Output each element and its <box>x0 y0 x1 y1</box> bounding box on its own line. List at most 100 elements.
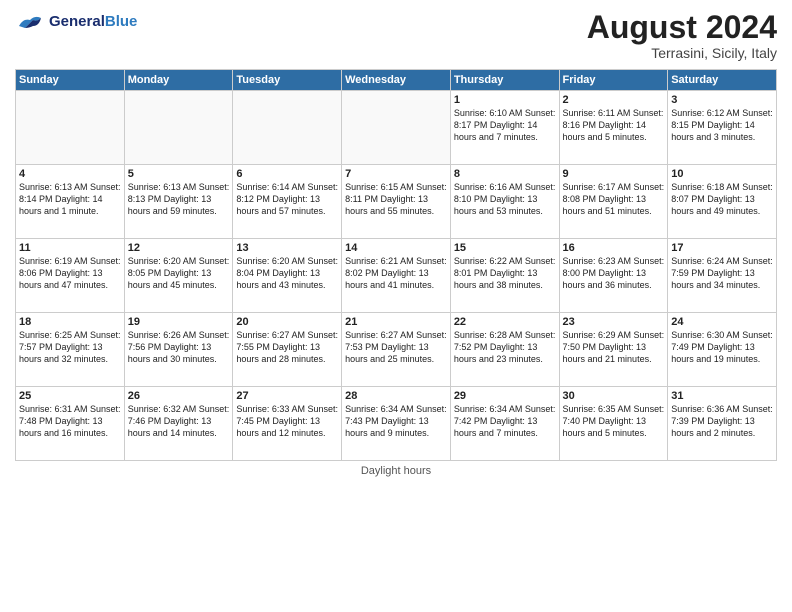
day-number: 8 <box>454 168 556 180</box>
day-info: Sunrise: 6:30 AM Sunset: 7:49 PM Dayligh… <box>671 329 773 365</box>
day-number: 17 <box>671 242 773 254</box>
day-number: 16 <box>563 242 665 254</box>
day-number: 12 <box>128 242 230 254</box>
day-number: 3 <box>671 94 773 106</box>
day-info: Sunrise: 6:14 AM Sunset: 8:12 PM Dayligh… <box>236 181 338 217</box>
calendar-cell: 9Sunrise: 6:17 AM Sunset: 8:08 PM Daylig… <box>559 165 668 239</box>
day-number: 1 <box>454 94 556 106</box>
day-of-week-header: Friday <box>559 70 668 91</box>
calendar-cell: 16Sunrise: 6:23 AM Sunset: 8:00 PM Dayli… <box>559 239 668 313</box>
calendar-cell: 13Sunrise: 6:20 AM Sunset: 8:04 PM Dayli… <box>233 239 342 313</box>
day-info: Sunrise: 6:15 AM Sunset: 8:11 PM Dayligh… <box>345 181 447 217</box>
calendar-cell: 3Sunrise: 6:12 AM Sunset: 8:15 PM Daylig… <box>668 91 777 165</box>
day-info: Sunrise: 6:22 AM Sunset: 8:01 PM Dayligh… <box>454 255 556 291</box>
day-of-week-header: Saturday <box>668 70 777 91</box>
day-number: 13 <box>236 242 338 254</box>
day-number: 26 <box>128 390 230 402</box>
day-number: 2 <box>563 94 665 106</box>
day-info: Sunrise: 6:34 AM Sunset: 7:42 PM Dayligh… <box>454 403 556 439</box>
day-info: Sunrise: 6:28 AM Sunset: 7:52 PM Dayligh… <box>454 329 556 365</box>
calendar-cell: 1Sunrise: 6:10 AM Sunset: 8:17 PM Daylig… <box>450 91 559 165</box>
calendar-cell <box>342 91 451 165</box>
calendar-table: SundayMondayTuesdayWednesdayThursdayFrid… <box>15 69 777 461</box>
calendar-cell: 12Sunrise: 6:20 AM Sunset: 8:05 PM Dayli… <box>124 239 233 313</box>
calendar-week-row: 1Sunrise: 6:10 AM Sunset: 8:17 PM Daylig… <box>16 91 777 165</box>
calendar-week-row: 4Sunrise: 6:13 AM Sunset: 8:14 PM Daylig… <box>16 165 777 239</box>
day-info: Sunrise: 6:21 AM Sunset: 8:02 PM Dayligh… <box>345 255 447 291</box>
day-info: Sunrise: 6:34 AM Sunset: 7:43 PM Dayligh… <box>345 403 447 439</box>
day-info: Sunrise: 6:20 AM Sunset: 8:04 PM Dayligh… <box>236 255 338 291</box>
calendar-cell: 7Sunrise: 6:15 AM Sunset: 8:11 PM Daylig… <box>342 165 451 239</box>
calendar-cell: 2Sunrise: 6:11 AM Sunset: 8:16 PM Daylig… <box>559 91 668 165</box>
day-info: Sunrise: 6:13 AM Sunset: 8:14 PM Dayligh… <box>19 181 121 217</box>
day-info: Sunrise: 6:12 AM Sunset: 8:15 PM Dayligh… <box>671 107 773 143</box>
calendar-cell <box>16 91 125 165</box>
day-number: 11 <box>19 242 121 254</box>
header-row: SundayMondayTuesdayWednesdayThursdayFrid… <box>16 70 777 91</box>
calendar-cell: 10Sunrise: 6:18 AM Sunset: 8:07 PM Dayli… <box>668 165 777 239</box>
calendar-cell: 27Sunrise: 6:33 AM Sunset: 7:45 PM Dayli… <box>233 387 342 461</box>
title-area: August 2024 Terrasini, Sicily, Italy <box>587 10 777 61</box>
calendar-cell: 20Sunrise: 6:27 AM Sunset: 7:55 PM Dayli… <box>233 313 342 387</box>
day-of-week-header: Thursday <box>450 70 559 91</box>
logo-text: GeneralBlue <box>49 14 137 31</box>
day-info: Sunrise: 6:19 AM Sunset: 8:06 PM Dayligh… <box>19 255 121 291</box>
day-number: 6 <box>236 168 338 180</box>
calendar-cell: 23Sunrise: 6:29 AM Sunset: 7:50 PM Dayli… <box>559 313 668 387</box>
calendar-cell: 11Sunrise: 6:19 AM Sunset: 8:06 PM Dayli… <box>16 239 125 313</box>
calendar-cell: 4Sunrise: 6:13 AM Sunset: 8:14 PM Daylig… <box>16 165 125 239</box>
day-of-week-header: Sunday <box>16 70 125 91</box>
calendar-cell: 21Sunrise: 6:27 AM Sunset: 7:53 PM Dayli… <box>342 313 451 387</box>
day-info: Sunrise: 6:25 AM Sunset: 7:57 PM Dayligh… <box>19 329 121 365</box>
calendar-week-row: 18Sunrise: 6:25 AM Sunset: 7:57 PM Dayli… <box>16 313 777 387</box>
day-number: 9 <box>563 168 665 180</box>
day-info: Sunrise: 6:20 AM Sunset: 8:05 PM Dayligh… <box>128 255 230 291</box>
calendar-cell: 29Sunrise: 6:34 AM Sunset: 7:42 PM Dayli… <box>450 387 559 461</box>
calendar-cell: 5Sunrise: 6:13 AM Sunset: 8:13 PM Daylig… <box>124 165 233 239</box>
calendar-cell <box>124 91 233 165</box>
day-number: 27 <box>236 390 338 402</box>
day-number: 25 <box>19 390 121 402</box>
day-of-week-header: Tuesday <box>233 70 342 91</box>
calendar-cell: 18Sunrise: 6:25 AM Sunset: 7:57 PM Dayli… <box>16 313 125 387</box>
day-info: Sunrise: 6:16 AM Sunset: 8:10 PM Dayligh… <box>454 181 556 217</box>
day-number: 5 <box>128 168 230 180</box>
calendar-cell <box>233 91 342 165</box>
day-number: 30 <box>563 390 665 402</box>
day-info: Sunrise: 6:24 AM Sunset: 7:59 PM Dayligh… <box>671 255 773 291</box>
calendar-cell: 19Sunrise: 6:26 AM Sunset: 7:56 PM Dayli… <box>124 313 233 387</box>
day-info: Sunrise: 6:32 AM Sunset: 7:46 PM Dayligh… <box>128 403 230 439</box>
calendar-week-row: 11Sunrise: 6:19 AM Sunset: 8:06 PM Dayli… <box>16 239 777 313</box>
day-info: Sunrise: 6:11 AM Sunset: 8:16 PM Dayligh… <box>563 107 665 143</box>
calendar-cell: 28Sunrise: 6:34 AM Sunset: 7:43 PM Dayli… <box>342 387 451 461</box>
day-number: 20 <box>236 316 338 328</box>
day-number: 18 <box>19 316 121 328</box>
page: GeneralBlue August 2024 Terrasini, Sicil… <box>0 0 792 612</box>
calendar-cell: 25Sunrise: 6:31 AM Sunset: 7:48 PM Dayli… <box>16 387 125 461</box>
logo-icon <box>15 10 45 34</box>
calendar-cell: 14Sunrise: 6:21 AM Sunset: 8:02 PM Dayli… <box>342 239 451 313</box>
month-title: August 2024 <box>587 10 777 45</box>
calendar-cell: 22Sunrise: 6:28 AM Sunset: 7:52 PM Dayli… <box>450 313 559 387</box>
day-info: Sunrise: 6:29 AM Sunset: 7:50 PM Dayligh… <box>563 329 665 365</box>
day-number: 7 <box>345 168 447 180</box>
day-info: Sunrise: 6:17 AM Sunset: 8:08 PM Dayligh… <box>563 181 665 217</box>
day-info: Sunrise: 6:13 AM Sunset: 8:13 PM Dayligh… <box>128 181 230 217</box>
calendar-cell: 30Sunrise: 6:35 AM Sunset: 7:40 PM Dayli… <box>559 387 668 461</box>
calendar-cell: 17Sunrise: 6:24 AM Sunset: 7:59 PM Dayli… <box>668 239 777 313</box>
day-info: Sunrise: 6:26 AM Sunset: 7:56 PM Dayligh… <box>128 329 230 365</box>
day-of-week-header: Wednesday <box>342 70 451 91</box>
header: GeneralBlue August 2024 Terrasini, Sicil… <box>15 10 777 61</box>
day-number: 28 <box>345 390 447 402</box>
calendar-cell: 24Sunrise: 6:30 AM Sunset: 7:49 PM Dayli… <box>668 313 777 387</box>
day-number: 29 <box>454 390 556 402</box>
day-number: 15 <box>454 242 556 254</box>
logo: GeneralBlue <box>15 10 137 34</box>
calendar-cell: 26Sunrise: 6:32 AM Sunset: 7:46 PM Dayli… <box>124 387 233 461</box>
day-of-week-header: Monday <box>124 70 233 91</box>
calendar-cell: 8Sunrise: 6:16 AM Sunset: 8:10 PM Daylig… <box>450 165 559 239</box>
day-info: Sunrise: 6:10 AM Sunset: 8:17 PM Dayligh… <box>454 107 556 143</box>
calendar-cell: 6Sunrise: 6:14 AM Sunset: 8:12 PM Daylig… <box>233 165 342 239</box>
calendar-week-row: 25Sunrise: 6:31 AM Sunset: 7:48 PM Dayli… <box>16 387 777 461</box>
day-info: Sunrise: 6:35 AM Sunset: 7:40 PM Dayligh… <box>563 403 665 439</box>
